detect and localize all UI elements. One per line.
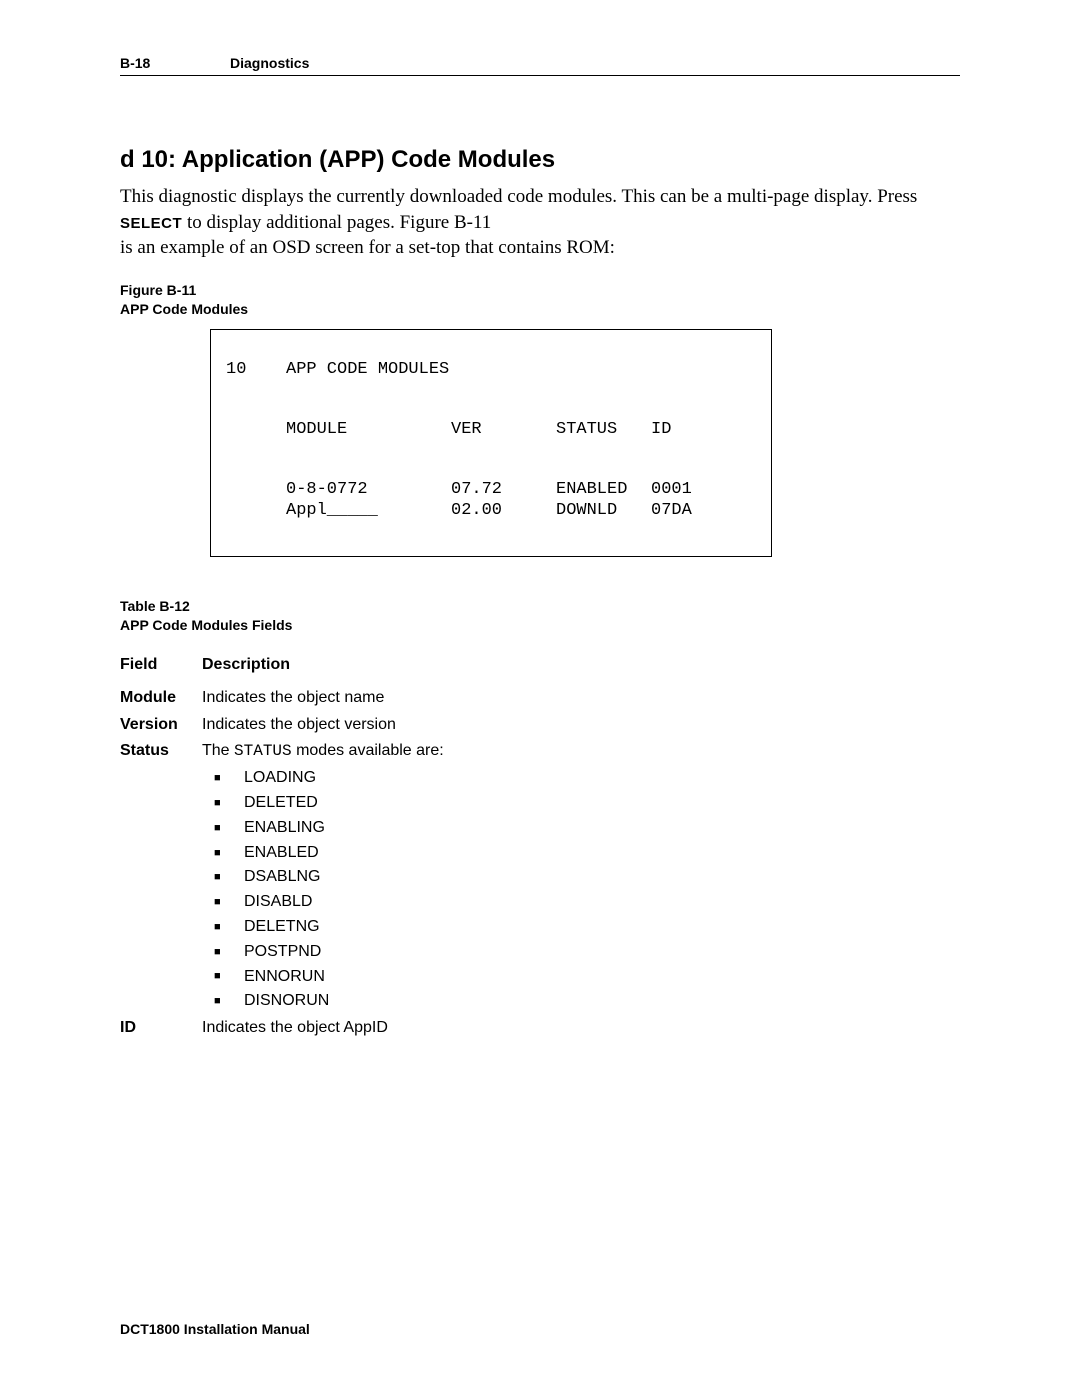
- status-modes-list: ■LOADING ■DELETED ■ENABLING ■ENABLED ■DS…: [202, 766, 960, 1014]
- list-item: ■LOADING: [202, 766, 960, 791]
- list-item: ■DELETED: [202, 791, 960, 816]
- field-label-module: Module: [120, 686, 202, 711]
- osd-data-row: 0-8-0772 07.72 ENABLED 0001: [226, 480, 756, 500]
- intro-paragraph: This diagnostic displays the currently d…: [120, 184, 960, 261]
- status-mode: ENNORUN: [244, 965, 325, 990]
- page-number: B-18: [120, 55, 230, 71]
- osd-col-ver: VER: [451, 420, 556, 440]
- list-item: ■ENABLED: [202, 841, 960, 866]
- bullet-icon: ■: [202, 770, 244, 787]
- osd-column-headers: MODULE VER STATUS ID: [226, 420, 756, 440]
- table-caption: Table B-12 APP Code Modules Fields: [120, 597, 960, 635]
- status-mode: ENABLED: [244, 841, 319, 866]
- intro-text-b: to display additional pages. Figure B-11: [182, 212, 491, 233]
- intro-text-c: is an example of an OSD screen for a set…: [120, 237, 615, 258]
- status-desc-suffix: modes available are:: [292, 742, 444, 759]
- table-header-field: Field: [120, 653, 202, 678]
- status-mode: LOADING: [244, 766, 316, 791]
- figure-number: Figure B-11: [120, 282, 196, 298]
- status-mode: POSTPND: [244, 940, 321, 965]
- bullet-icon: ■: [202, 944, 244, 961]
- osd-cell-ver: 07.72: [451, 480, 556, 500]
- bullet-icon: ■: [202, 820, 244, 837]
- list-item: ■DISNORUN: [202, 989, 960, 1014]
- bullet-icon: ■: [202, 869, 244, 886]
- list-item: ■ENABLING: [202, 816, 960, 841]
- osd-cell-status: ENABLED: [556, 480, 651, 500]
- page-header: B-18 Diagnostics: [120, 55, 960, 76]
- status-mode: DISABLD: [244, 890, 312, 915]
- osd-col-module: MODULE: [286, 420, 451, 440]
- field-desc-version: Indicates the object version: [202, 713, 960, 738]
- status-mode: DELETED: [244, 791, 318, 816]
- field-desc-module: Indicates the object name: [202, 686, 960, 711]
- fields-table: Field Description Module Indicates the o…: [120, 653, 960, 1041]
- figure-title: APP Code Modules: [120, 301, 248, 317]
- status-desc-code: STATUS: [234, 742, 292, 760]
- osd-cell-module: 0-8-0772: [286, 480, 451, 500]
- bullet-icon: ■: [202, 845, 244, 862]
- osd-cell-ver: 02.00: [451, 501, 556, 521]
- status-mode: DELETNG: [244, 915, 320, 940]
- field-label-version: Version: [120, 713, 202, 738]
- bullet-icon: ■: [202, 919, 244, 936]
- table-header-desc: Description: [202, 653, 960, 678]
- osd-data-row: Appl_____ 02.00 DOWNLD 07DA: [226, 501, 756, 521]
- osd-screen: 10 APP CODE MODULES MODULE VER STATUS ID…: [210, 329, 772, 558]
- status-mode: DSABLNG: [244, 865, 320, 890]
- status-mode: DISNORUN: [244, 989, 329, 1014]
- section-title: d 10: Application (APP) Code Modules: [120, 146, 960, 174]
- osd-cell-status: DOWNLD: [556, 501, 651, 521]
- list-item: ■DELETNG: [202, 915, 960, 940]
- field-label-status: Status: [120, 739, 202, 764]
- bullet-icon: ■: [202, 968, 244, 985]
- table-number: Table B-12: [120, 598, 190, 614]
- list-item: ■DISABLD: [202, 890, 960, 915]
- status-desc-prefix: The: [202, 742, 234, 759]
- intro-text-a: This diagnostic displays the currently d…: [120, 186, 917, 207]
- osd-col-id: ID: [651, 420, 711, 440]
- list-item: ■DSABLNG: [202, 865, 960, 890]
- header-section: Diagnostics: [230, 55, 309, 71]
- footer-text: DCT1800 Installation Manual: [120, 1321, 310, 1337]
- select-keyword: SELECT: [120, 215, 182, 232]
- osd-col-status: STATUS: [556, 420, 651, 440]
- bullet-icon: ■: [202, 795, 244, 812]
- list-item: ■ENNORUN: [202, 965, 960, 990]
- field-desc-status: The STATUS modes available are: ■LOADING…: [202, 739, 960, 1014]
- osd-cell-id: 07DA: [651, 501, 711, 521]
- bullet-icon: ■: [202, 894, 244, 911]
- document-page: B-18 Diagnostics d 10: Application (APP)…: [0, 0, 1080, 1397]
- osd-cell-id: 0001: [651, 480, 711, 500]
- bullet-icon: ■: [202, 993, 244, 1010]
- table-title: APP Code Modules Fields: [120, 617, 292, 633]
- field-desc-id: Indicates the object AppID: [202, 1016, 960, 1041]
- osd-screen-number: 10: [226, 360, 286, 380]
- osd-heading: APP CODE MODULES: [286, 360, 449, 380]
- list-item: ■POSTPND: [202, 940, 960, 965]
- osd-cell-module: Appl_____: [286, 501, 451, 521]
- field-label-id: ID: [120, 1016, 202, 1041]
- status-mode: ENABLING: [244, 816, 325, 841]
- figure-caption: Figure B-11 APP Code Modules: [120, 281, 960, 319]
